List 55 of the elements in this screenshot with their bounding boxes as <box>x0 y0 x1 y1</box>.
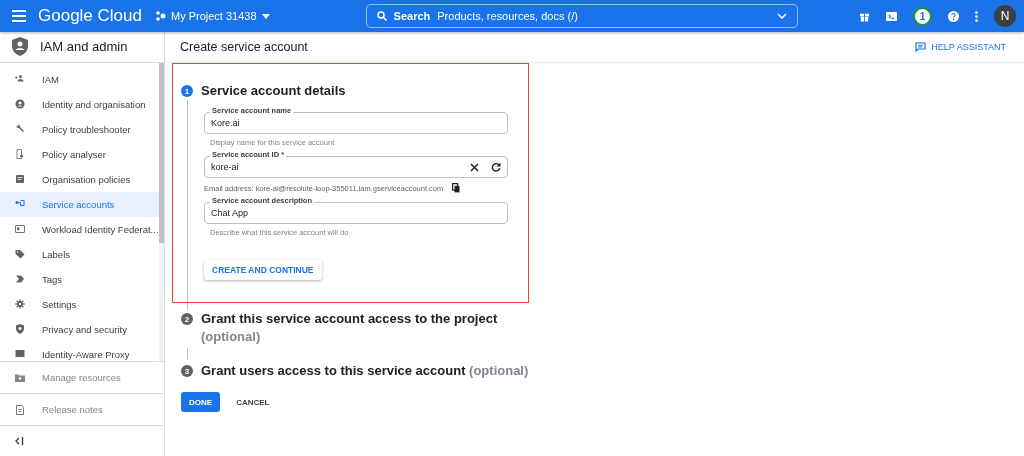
doc-icon <box>14 173 26 186</box>
sidebar-item[interactable]: Labels <box>0 241 159 267</box>
sidebar-item[interactable]: Manage resources <box>0 361 164 394</box>
sidebar-item[interactable]: Tags <box>0 266 159 292</box>
sidebar-item[interactable]: Identity-Aware Proxy <box>0 341 159 362</box>
brand-logo[interactable]: Google Cloud <box>38 6 142 26</box>
account-icon <box>14 98 26 111</box>
step-title: Grant users access to this service account (optional) <box>201 362 529 380</box>
scrollbar-thumb[interactable] <box>158 62 164 243</box>
user-avatar[interactable]: N <box>994 5 1016 27</box>
sidebar-item[interactable]: Settings <box>0 291 159 317</box>
help-icon[interactable] <box>948 10 959 22</box>
notes-icon <box>14 403 26 416</box>
collapse-icon[interactable] <box>15 437 24 446</box>
create-and-continue-button[interactable]: CREATE AND CONTINUE <box>204 260 322 280</box>
sidebar-item[interactable]: Policy analyser <box>0 141 159 167</box>
sidebar-item[interactable]: Workload Identity Federat... <box>0 216 159 242</box>
chat-icon <box>915 42 927 52</box>
search-icon <box>376 11 387 21</box>
notification-badge[interactable]: 1 <box>913 6 932 26</box>
clear-icon[interactable] <box>470 162 479 172</box>
sidebar-item[interactable]: IAM <box>0 66 159 92</box>
step-title: Service account details <box>201 82 346 100</box>
dropdown-icon <box>261 13 270 19</box>
sidebar-item[interactable]: Service accounts <box>0 191 159 217</box>
shield-icon <box>14 323 26 336</box>
copy-icon[interactable] <box>452 183 461 193</box>
gear-icon <box>14 298 26 311</box>
step-number: 1 <box>181 85 193 97</box>
project-selector[interactable]: My Project 31438 <box>155 10 270 22</box>
step-number: 3 <box>181 365 193 377</box>
tag-icon <box>14 248 26 261</box>
sidebar-title: IAM and admin <box>40 39 128 55</box>
doc-search-icon <box>14 148 26 161</box>
chevron-tag-icon <box>14 273 26 286</box>
sidebar-item[interactable]: Policy troubleshooter <box>0 116 159 142</box>
step-title: Grant this service account access to the project (optional) <box>201 310 499 346</box>
more-icon[interactable] <box>975 10 978 22</box>
sidebar-item[interactable]: Release notes <box>0 393 164 426</box>
chevron-down-icon <box>776 13 787 19</box>
project-icon <box>155 11 166 21</box>
help-assistant-button[interactable]: HELP ASSISTANT <box>915 42 1006 52</box>
sidebar-item[interactable]: Identity and organisation <box>0 91 159 117</box>
id-card-icon <box>14 223 26 236</box>
search-field[interactable]: Search Products, resources, docs (/) <box>365 4 798 28</box>
sidebar-item[interactable]: Privacy and security <box>0 316 159 342</box>
shield-icon <box>12 37 28 57</box>
refresh-icon[interactable] <box>491 162 501 172</box>
page-title: Create service account <box>180 40 308 54</box>
done-button[interactable]: DONE <box>181 392 221 412</box>
step-number: 2 <box>181 313 193 325</box>
menu-icon[interactable] <box>12 10 26 22</box>
sidebar-item[interactable]: Organisation policies <box>0 166 159 192</box>
terminal-icon[interactable] <box>886 10 897 22</box>
cancel-button[interactable]: CANCEL <box>236 397 270 407</box>
